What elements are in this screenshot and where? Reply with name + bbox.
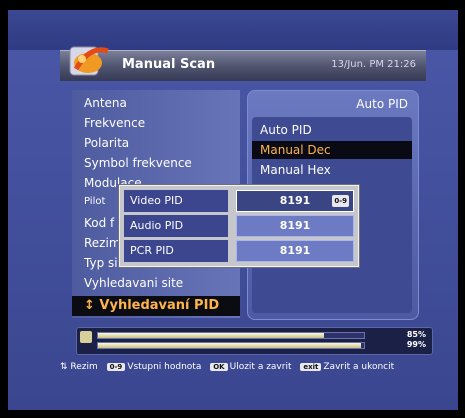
signal-strength-percent: 85%	[406, 330, 426, 339]
numeric-keys-badge: 0-9	[332, 195, 349, 207]
date-time: 13/Jun. PM 21:26	[331, 59, 416, 70]
menu-item-pid-search[interactable]: ↕ Vyhledavaní PID	[72, 296, 240, 316]
tv-screen: Manual Scan 13/Jun. PM 21:26 Antena Frek…	[0, 0, 465, 418]
signal-quality-bar	[97, 342, 365, 349]
pcr-pid-value: 8191	[279, 244, 311, 257]
menu-item-pid-search-label: ↕ Vyhledavaní PID	[84, 298, 220, 313]
menu-item-network-search[interactable]: Vyhledavani site	[84, 276, 183, 290]
help-save-close: OK Ulozit a zavrit	[210, 362, 292, 372]
pid-entry-popup: Video PID 8191 0-9 Audio PID 8191 PCR PI…	[119, 185, 359, 267]
audio-pid-label: Audio PID	[124, 215, 228, 237]
video-pid-row: Video PID 8191 0-9	[124, 190, 354, 212]
signal-icon	[80, 331, 92, 343]
menu-item-code-rate[interactable]: Kod f	[84, 216, 114, 230]
menu-item-pilot[interactable]: Pilot	[84, 196, 105, 207]
option-manual-dec[interactable]: Manual Dec	[252, 141, 412, 159]
header-bar: Manual Scan 13/Jun. PM 21:26	[60, 46, 426, 81]
pid-mode-title: Auto PID	[356, 97, 408, 111]
help-exit-label: Zavrit a ukoncit	[323, 362, 395, 372]
option-auto-pid[interactable]: Auto PID	[260, 123, 312, 137]
help-bar: ⇅ Rezim 0-9 Vstupni hodnota OK Ulozit a za…	[60, 362, 430, 376]
exit-key-icon: exit	[300, 363, 322, 371]
option-manual-hex[interactable]: Manual Hex	[260, 163, 331, 177]
page-title: Manual Scan	[122, 57, 216, 72]
signal-strength-fill	[98, 333, 325, 338]
pcr-pid-field[interactable]: 8191	[236, 240, 354, 262]
video-pid-field[interactable]: 8191 0-9	[236, 190, 354, 212]
signal-quality-percent: 99%	[406, 340, 426, 349]
ok-key-icon: OK	[210, 363, 228, 371]
option-manual-dec-label: Manual Dec	[260, 143, 331, 157]
video-pid-label: Video PID	[124, 190, 228, 212]
menu-item-frequency[interactable]: Frekvence	[84, 116, 145, 130]
audio-pid-field[interactable]: 8191	[236, 215, 354, 237]
numeric-key-icon: 0-9	[106, 363, 126, 371]
video-pid-value: 8191	[279, 194, 311, 207]
help-exit: exit Zavrit a ukoncit	[300, 362, 394, 372]
satellite-logo-icon	[69, 46, 109, 76]
menu-item-polarity[interactable]: Polarita	[84, 136, 129, 150]
signal-status-bar: 85% 99%	[76, 327, 433, 355]
pcr-pid-row: PCR PID 8191	[124, 240, 354, 262]
help-input-value: 0-9 Vstupni hodnota	[106, 362, 202, 372]
help-mode: ⇅ Rezim	[60, 362, 98, 372]
audio-pid-row: Audio PID 8191	[124, 215, 354, 237]
signal-quality-fill	[98, 343, 362, 348]
help-input-value-label: Vstupni hodnota	[127, 362, 202, 372]
menu-item-symbol-rate[interactable]: Symbol frekvence	[84, 156, 192, 170]
menu-item-mode[interactable]: Rezim	[84, 236, 121, 250]
help-mode-label: ⇅ Rezim	[60, 362, 98, 372]
help-save-close-label: Ulozit a zavrit	[229, 362, 292, 372]
menu-item-antenna[interactable]: Antena	[84, 96, 127, 110]
pcr-pid-label: PCR PID	[124, 240, 228, 262]
audio-pid-value: 8191	[279, 219, 311, 232]
signal-strength-bar	[97, 332, 365, 339]
